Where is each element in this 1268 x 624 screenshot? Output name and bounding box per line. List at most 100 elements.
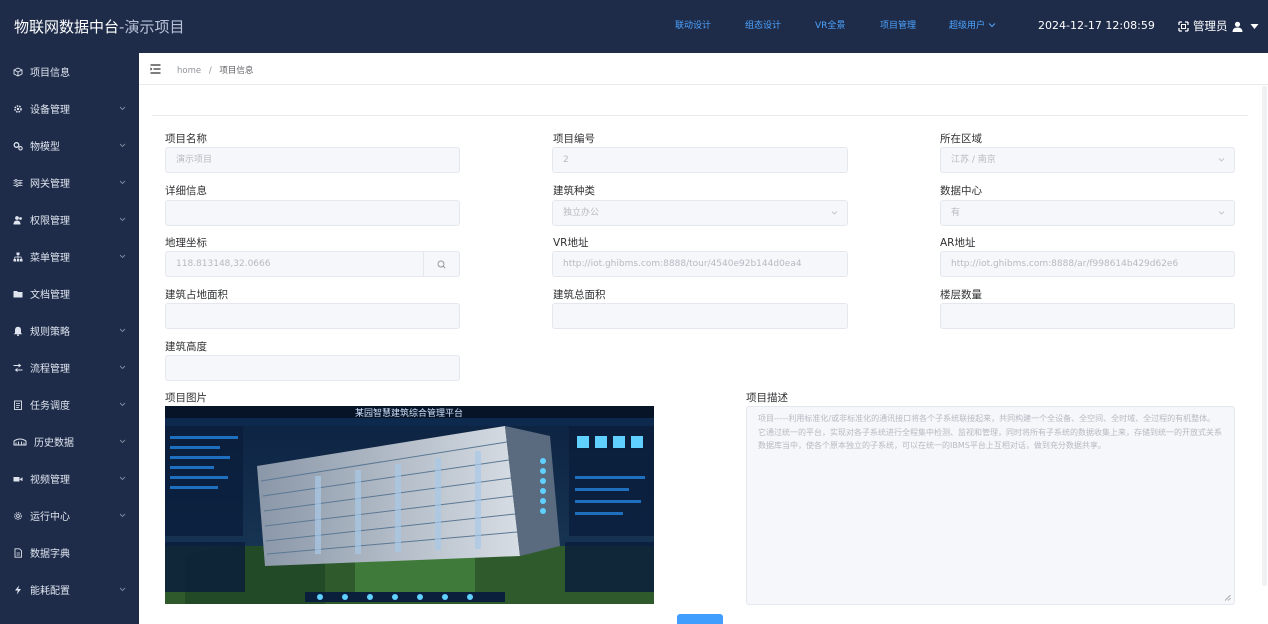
document-icon	[13, 547, 23, 558]
detail-input[interactable]	[165, 200, 460, 226]
search-icon	[437, 260, 446, 269]
history-icon	[13, 437, 27, 447]
building-type-select[interactable]: 独立办公	[552, 200, 848, 226]
sliders-icon	[13, 178, 23, 188]
sidebar-item-label: 网关管理	[30, 179, 70, 190]
gear-icon	[13, 104, 23, 114]
sidebar-item-process-management[interactable]: 流程管理	[0, 349, 139, 386]
data-center-select[interactable]: 有	[940, 200, 1235, 226]
sidebar-item-label: 流程管理	[30, 364, 70, 375]
sidebar-item-label: 历史数据	[34, 438, 74, 449]
project-code-label: 项目编号	[553, 133, 595, 145]
resize-handle-icon[interactable]	[1224, 594, 1231, 601]
total-area-input[interactable]	[552, 303, 848, 329]
project-description-label: 项目描述	[746, 392, 788, 404]
cube-icon	[13, 66, 23, 77]
sidebar-item-gateway-management[interactable]: 网关管理	[0, 164, 139, 201]
top-header: 物联网数据中台-演示项目 联动设计 组态设计 VR全景 项目管理 超级用户 20…	[0, 0, 1268, 53]
sidebar-item-label: 权限管理	[30, 216, 70, 227]
ar-url-label: AR地址	[940, 237, 976, 249]
flow-icon	[13, 363, 23, 373]
app-title: 物联网数据中台-演示项目	[14, 16, 184, 37]
project-description-textarea[interactable]: 项目-----利用标准化/或非标准化的通讯接口将各个子系统联接起来，共同构建一个…	[746, 406, 1235, 605]
chevron-down-icon	[119, 587, 126, 592]
project-name-label: 项目名称	[165, 133, 207, 145]
clipboard-icon	[13, 400, 23, 410]
nav-config-design[interactable]: 组态设计	[745, 20, 781, 32]
total-area-label: 建筑总面积	[553, 289, 606, 301]
project-image[interactable]: 某园智慧建筑综合管理平台	[165, 406, 654, 604]
nav-linkage-design[interactable]: 联动设计	[675, 20, 711, 32]
chevron-down-icon	[119, 513, 126, 518]
sidebar-item-label: 能耗配置	[30, 586, 70, 597]
chevron-down-icon	[831, 211, 838, 215]
nav-super-user-dropdown[interactable]: 超级用户	[949, 20, 996, 32]
page-scrollbar[interactable]	[1262, 86, 1267, 586]
chevron-down-icon	[119, 106, 126, 111]
current-project-name: 演示项目	[124, 18, 185, 36]
chevron-down-icon	[1218, 211, 1225, 215]
building-height-input[interactable]	[165, 355, 460, 381]
sidebar-item-history-data[interactable]: 历史数据	[0, 423, 139, 460]
sidebar-item-device-management[interactable]: 设备管理	[0, 90, 139, 127]
nav-project-management[interactable]: 项目管理	[880, 20, 916, 32]
sidebar-item-menu-management[interactable]: 菜单管理	[0, 238, 139, 275]
menu-fold-icon[interactable]	[150, 64, 161, 74]
sidebar-item-video-management[interactable]: 视频管理	[0, 460, 139, 497]
fullscreen-icon[interactable]	[1178, 20, 1189, 32]
sidebar-item-rule-strategy[interactable]: 规则策略	[0, 312, 139, 349]
sidebar-item-energy-config[interactable]: 能耗配置	[0, 571, 139, 608]
breadcrumb-bar: home / 项目信息	[139, 53, 1268, 85]
breadcrumb-current: 项目信息	[219, 66, 254, 76]
nav-vr-panorama[interactable]: VR全景	[815, 20, 845, 32]
sidebar-item-label: 项目信息	[30, 68, 70, 79]
coordinates-input[interactable]: 118.813148,32.0666	[165, 251, 424, 277]
chevron-down-icon	[119, 476, 126, 481]
land-area-label: 建筑占地面积	[165, 289, 228, 301]
sidebar-item-data-dictionary[interactable]: 数据字典	[0, 534, 139, 571]
sidebar-item-label: 规则策略	[30, 327, 70, 338]
ar-url-input[interactable]: http://iot.ghibms.com:8888/ar/f998614b42…	[940, 251, 1235, 277]
sidebar-item-label: 视频管理	[30, 475, 70, 486]
current-datetime: 2024-12-17 12:08:59	[1038, 19, 1155, 32]
video-icon	[13, 474, 23, 484]
coordinates-label: 地理坐标	[165, 237, 207, 249]
breadcrumb: home / 项目信息	[177, 64, 253, 76]
floor-count-label: 楼层数量	[940, 289, 982, 301]
breadcrumb-home[interactable]: home	[177, 66, 201, 76]
region-label: 所在区域	[940, 133, 982, 145]
project-name-input[interactable]: 演示项目	[165, 147, 460, 173]
sidebar-item-project-info[interactable]: 项目信息	[0, 53, 139, 90]
project-code-input[interactable]: 2	[552, 147, 848, 173]
sidebar: 项目信息 设备管理 物模型 网关管理 权限管理 菜单管理 文档管理 规则策略 流…	[0, 53, 139, 624]
floor-count-input[interactable]	[940, 303, 1235, 329]
chevron-down-icon	[119, 439, 126, 444]
image-banner-text: 某园智慧建筑综合管理平台	[355, 407, 463, 419]
sidebar-item-permission-management[interactable]: 权限管理	[0, 201, 139, 238]
sidebar-item-document-management[interactable]: 文档管理	[0, 275, 139, 312]
coordinate-search-button[interactable]	[423, 251, 460, 277]
data-center-value: 有	[951, 208, 961, 218]
user-menu[interactable]: 管理员	[1178, 18, 1259, 34]
user-name: 管理员	[1193, 19, 1228, 33]
chevron-down-icon	[119, 217, 126, 222]
building-type-label: 建筑种类	[553, 185, 595, 197]
submit-button[interactable]	[677, 614, 723, 624]
sidebar-item-thing-model[interactable]: 物模型	[0, 127, 139, 164]
land-area-input[interactable]	[165, 303, 460, 329]
bolt-icon	[13, 585, 23, 595]
vr-url-input[interactable]: http://iot.ghibms.com:8888/tour/4540e92b…	[552, 251, 848, 277]
chevron-down-icon	[1218, 158, 1225, 162]
sidebar-item-label: 菜单管理	[30, 253, 70, 264]
chevron-down-icon	[119, 365, 126, 370]
folder-icon	[13, 289, 23, 299]
sidebar-item-operation-center[interactable]: 运行中心	[0, 497, 139, 534]
super-user-label: 超级用户	[949, 21, 986, 31]
building-dashboard-image: 某园智慧建筑综合管理平台	[165, 406, 654, 604]
app-name: 物联网数据中台	[14, 18, 120, 36]
user-icon	[1232, 21, 1242, 32]
region-select[interactable]: 江苏 / 南京	[940, 147, 1235, 173]
sidebar-item-task-scheduling[interactable]: 任务调度	[0, 386, 139, 423]
sidebar-item-label: 数据字典	[30, 549, 70, 560]
caret-down-icon	[1250, 23, 1258, 29]
